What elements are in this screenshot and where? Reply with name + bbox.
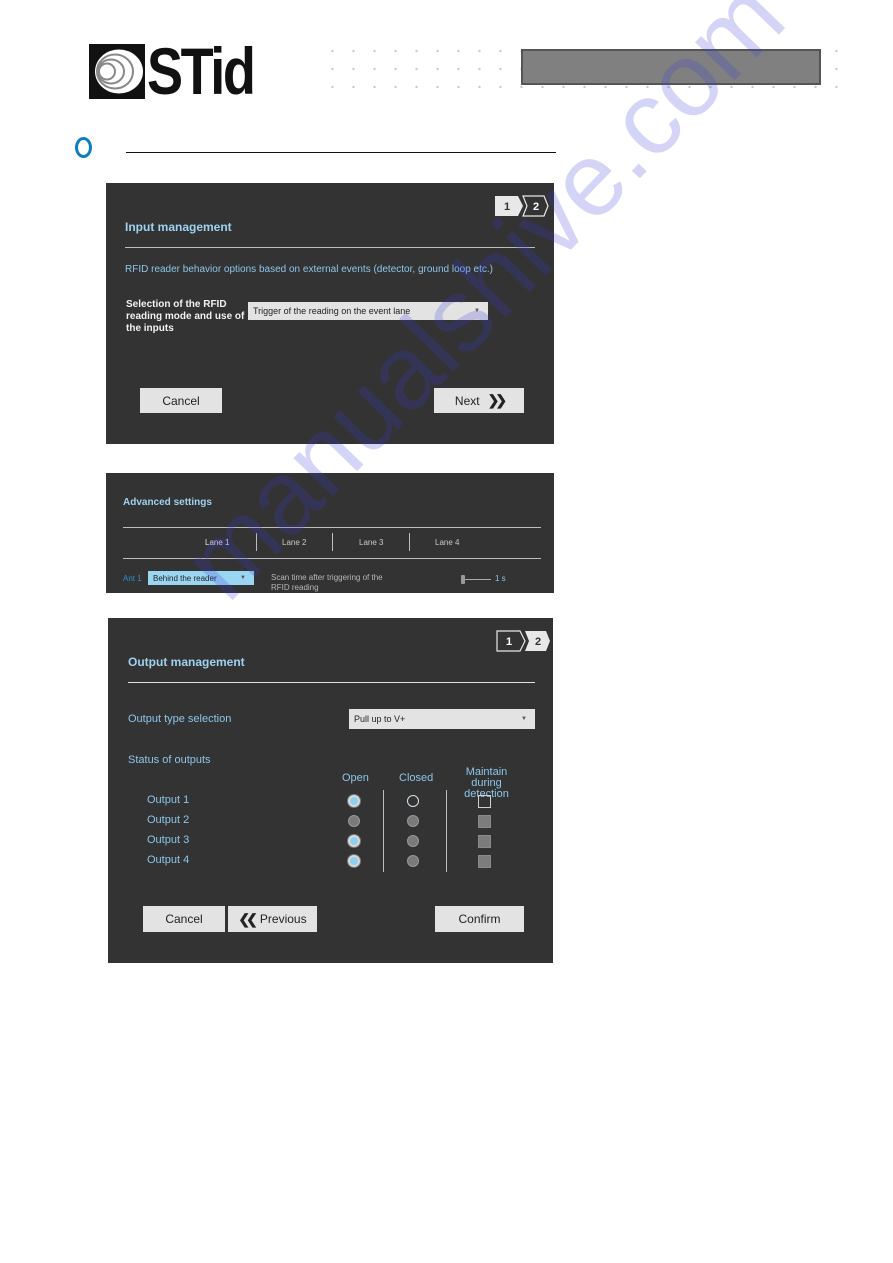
confirm-button-label: Confirm [458,912,501,926]
antenna-position-select[interactable]: Behind the reader ▼ [148,571,254,585]
next-button[interactable]: Next ❯❯ [434,388,524,413]
lane-tab-3[interactable]: Lane 3 [359,538,383,547]
lane-separator [332,533,333,551]
status-of-outputs-label: Status of outputs [128,754,211,766]
output-label: Output 4 [147,854,190,866]
step-indicator: 1 2 [495,195,549,217]
lanes-bottom-divider [123,558,541,559]
output-label: Output 2 [147,814,190,826]
svg-text:2: 2 [533,201,539,213]
step-1[interactable]: 1 [495,196,523,216]
panel-title: Input management [125,220,232,234]
lane-tab-2[interactable]: Lane 2 [282,538,306,547]
step-2[interactable]: 2 [525,631,550,651]
svg-text:1: 1 [506,636,512,648]
scan-time-slider-handle[interactable] [461,575,465,584]
cancel-button-label: Cancel [162,393,200,408]
reading-mode-label-line: reading mode and use of [126,311,245,322]
output-type-select-value: Pull up to V+ [354,714,406,724]
closed-radio[interactable] [407,835,419,847]
confirm-button[interactable]: Confirm [435,906,524,932]
maintain-checkbox[interactable] [478,815,491,828]
previous-button[interactable]: ❮❮ Previous [228,906,317,932]
maintain-checkbox[interactable] [478,835,491,848]
lane-separator [256,533,257,551]
svg-text:1: 1 [504,201,510,213]
chevron-down-icon: ▼ [240,575,246,581]
lane-tab-4[interactable]: Lane 4 [435,538,459,547]
chevron-down-icon: ▼ [474,308,480,314]
reading-mode-select-value: Trigger of the reading on the event lane [253,306,411,316]
cancel-button[interactable]: Cancel [140,388,222,413]
step-1[interactable]: 1 [496,630,526,652]
scan-time-value: 1 s [495,574,506,583]
previous-button-label: Previous [259,912,307,926]
svg-text:2: 2 [535,636,541,648]
logo-rings-icon [89,44,145,99]
header-title-bar [521,49,821,85]
output-type-label: Output type selection [128,713,232,725]
scan-time-label: Scan time after triggering of the RFID r… [271,573,383,593]
title-divider [125,247,535,248]
double-chevron-right-icon: ❯❯ [487,392,508,408]
scan-time-label-line: RFID reading [271,583,319,592]
stid-logo: STid [89,36,265,106]
panel-title: Advanced settings [123,497,212,508]
panel-title: Output management [128,655,245,669]
scan-time-label-line: Scan time after triggering of the [271,573,383,582]
maintain-checkbox[interactable] [478,795,491,808]
title-divider [128,682,535,683]
cancel-button[interactable]: Cancel [143,906,225,932]
maintain-checkbox[interactable] [478,855,491,868]
double-chevron-left-icon: ❮❮ [238,910,258,927]
lanes-top-divider [123,527,541,528]
step-indicator: 1 2 [496,630,550,652]
col-header-open: Open [342,772,369,784]
section-bullet-icon [75,137,92,158]
open-radio[interactable] [348,835,360,847]
output-label: Output 1 [147,794,190,806]
lane-separator [409,533,410,551]
antenna-label: Ant 1 [123,574,142,583]
output-management-panel: 1 2 Output management Output type select… [108,618,553,963]
step-2[interactable]: 2 [522,195,549,217]
antenna-position-select-value: Behind the reader [153,573,217,583]
open-radio[interactable] [348,815,360,827]
closed-radio[interactable] [407,815,419,827]
col-header-maintain-line: Maintain during [465,766,508,789]
reading-mode-label-line: Selection of the RFID [126,299,227,310]
lane-tab-1[interactable]: Lane 1 [205,538,229,547]
chevron-down-icon: ▼ [521,716,527,722]
logo-text: STid [147,34,256,108]
advanced-settings-panel: Advanced settings Lane 1 Lane 2 Lane 3 L… [106,473,554,593]
col-header-closed: Closed [399,772,434,784]
output-type-select[interactable]: Pull up to V+ ▼ [349,709,535,729]
section-heading-rule [126,152,556,153]
next-button-label: Next [454,393,480,408]
reading-mode-label-line: the inputs [126,323,174,334]
column-separator [446,790,447,872]
cancel-button-label: Cancel [165,912,203,926]
reading-mode-select[interactable]: Trigger of the reading on the event lane… [248,302,488,320]
panel-description: RFID reader behavior options based on ex… [125,264,493,275]
column-separator [383,790,384,872]
scan-time-slider-track[interactable] [464,579,491,580]
open-radio[interactable] [348,855,360,867]
reading-mode-label: Selection of the RFID reading mode and u… [126,299,244,335]
output-label: Output 3 [147,834,190,846]
closed-radio[interactable] [407,795,419,807]
input-management-panel: 1 2 Input management RFID reader behavio… [106,183,554,444]
closed-radio[interactable] [407,855,419,867]
open-radio[interactable] [348,795,360,807]
